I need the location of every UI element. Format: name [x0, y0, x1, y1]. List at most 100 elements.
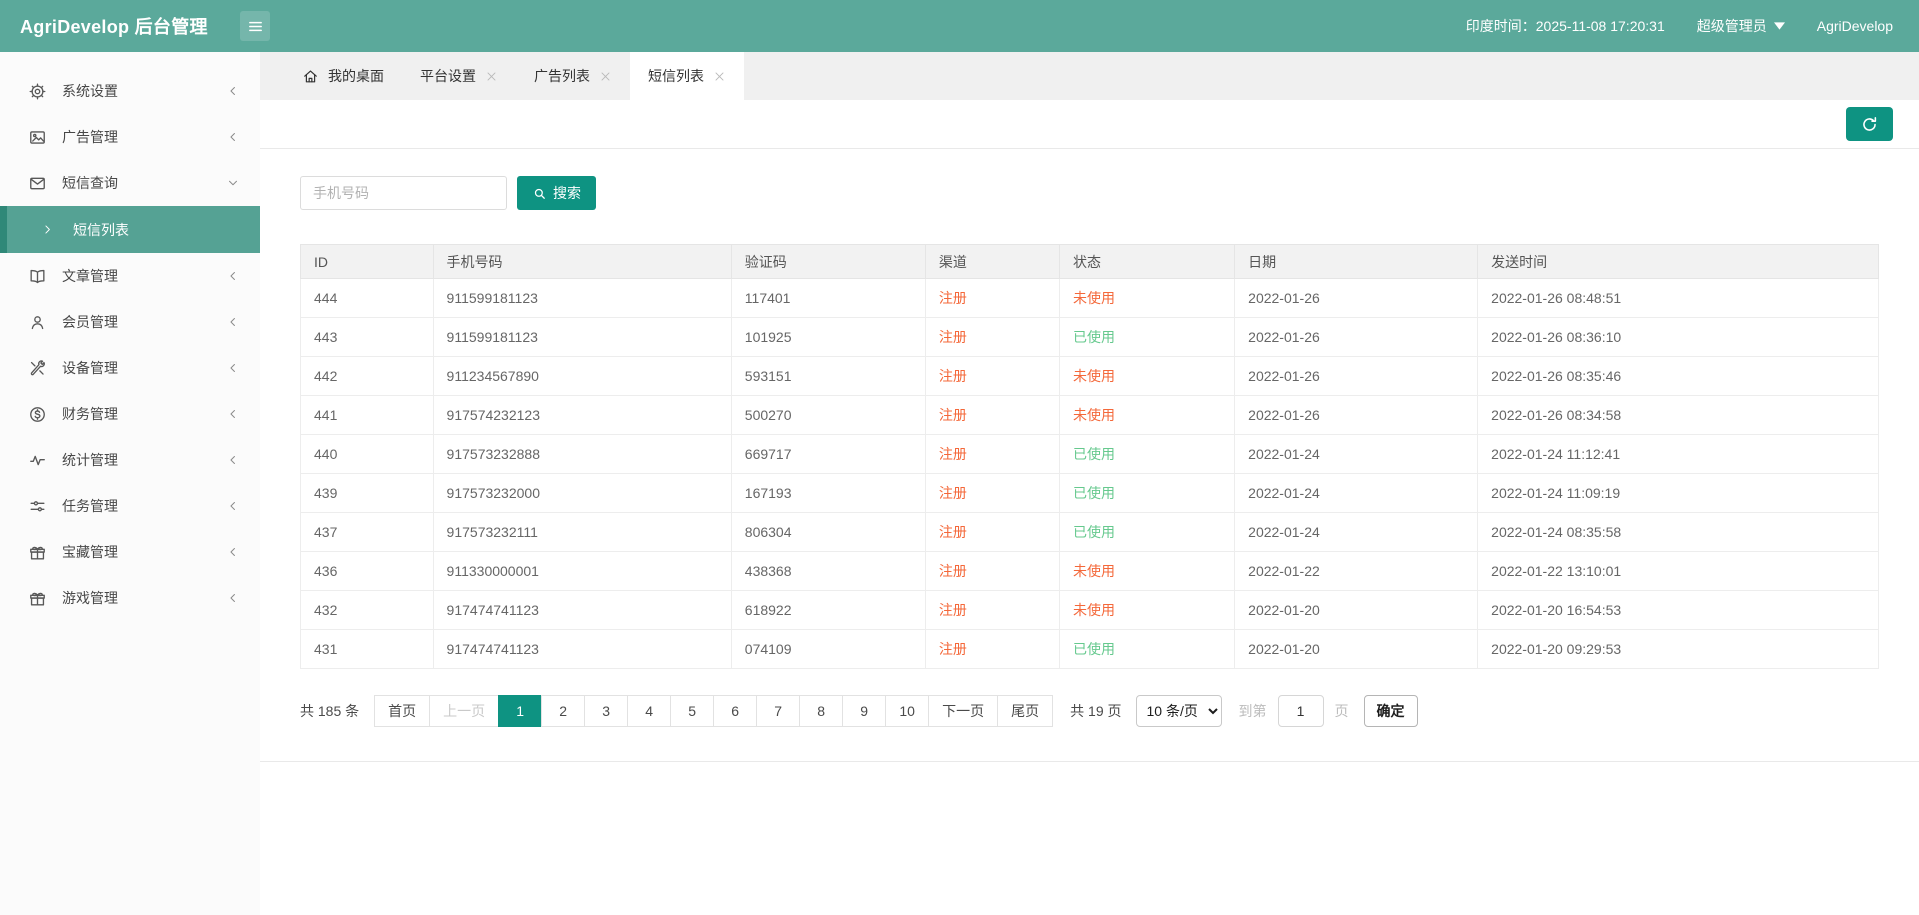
sidebar-item-label: 游戏管理: [62, 588, 226, 608]
sidebar-item-task-management[interactable]: 任务管理: [0, 483, 260, 529]
page-button-2[interactable]: 2: [541, 695, 585, 727]
prev-page-button[interactable]: 上一页: [429, 695, 499, 727]
cell-code: 618922: [731, 591, 925, 630]
first-page-button[interactable]: 首页: [374, 695, 430, 727]
tab-ad-list[interactable]: 广告列表: [516, 52, 630, 100]
tab-close-icon[interactable]: [599, 70, 612, 83]
cell-id: 442: [301, 357, 434, 396]
chevron-left-icon: [226, 361, 240, 375]
cell-phone: 911599181123: [433, 279, 731, 318]
content-panel: 搜索 ID手机号码验证码渠道状态日期发送时间 44491159918112311…: [260, 100, 1919, 915]
user-role-dropdown[interactable]: 超级管理员: [1697, 16, 1785, 36]
column-header: ID: [301, 245, 434, 279]
tab-label: 我的桌面: [328, 66, 384, 86]
refresh-icon: [1860, 115, 1879, 134]
goto-page-input[interactable]: [1278, 695, 1324, 727]
sidebar-item-game-management[interactable]: 游戏管理: [0, 575, 260, 621]
tab-label: 广告列表: [534, 66, 590, 86]
cell-date: 2022-01-20: [1235, 630, 1478, 669]
cell-phone: 911599181123: [433, 318, 731, 357]
cell-channel: 注册: [925, 591, 1059, 630]
sms-table: ID手机号码验证码渠道状态日期发送时间 44491159918112311740…: [300, 244, 1879, 669]
tab-desktop[interactable]: 我的桌面: [284, 52, 402, 100]
column-header: 验证码: [731, 245, 925, 279]
chevron-left-icon: [226, 269, 240, 283]
sidebar-subitem-sms-list[interactable]: 短信列表: [0, 206, 260, 253]
cell-id: 444: [301, 279, 434, 318]
sidebar-item-sms-query[interactable]: 短信查询: [0, 160, 260, 206]
column-header: 渠道: [925, 245, 1059, 279]
chevron-right-icon: [41, 223, 54, 236]
cell-date: 2022-01-26: [1235, 318, 1478, 357]
next-page-button[interactable]: 下一页: [928, 695, 998, 727]
cell-code: 593151: [731, 357, 925, 396]
caret-down-icon: [1774, 22, 1785, 30]
sidebar-item-system-settings[interactable]: 系统设置: [0, 68, 260, 114]
sidebar-item-stats-management[interactable]: 统计管理: [0, 437, 260, 483]
cell-sent-at: 2022-01-26 08:48:51: [1478, 279, 1879, 318]
cell-status: 已使用: [1060, 435, 1235, 474]
table-row: 442911234567890593151注册未使用2022-01-262022…: [301, 357, 1879, 396]
page-button-3[interactable]: 3: [584, 695, 628, 727]
page-button-7[interactable]: 7: [756, 695, 800, 727]
sidebar-item-label: 文章管理: [62, 266, 226, 286]
confirm-button[interactable]: 确定: [1364, 695, 1418, 727]
page-button-5[interactable]: 5: [670, 695, 714, 727]
page-button-10[interactable]: 10: [885, 695, 929, 727]
sidebar-item-device-management[interactable]: 设备管理: [0, 345, 260, 391]
cell-channel: 注册: [925, 552, 1059, 591]
cell-sent-at: 2022-01-20 16:54:53: [1478, 591, 1879, 630]
cell-id: 439: [301, 474, 434, 513]
tools-icon: [28, 359, 47, 378]
search-button[interactable]: 搜索: [517, 176, 596, 210]
tab-sms-list[interactable]: 短信列表: [630, 52, 744, 100]
sidebar-item-ad-management[interactable]: 广告管理: [0, 114, 260, 160]
sidebar: 系统设置广告管理短信查询短信列表文章管理会员管理设备管理财务管理统计管理任务管理…: [0, 52, 260, 915]
chevron-left-icon: [226, 591, 240, 605]
tab-close-icon[interactable]: [713, 70, 726, 83]
chevron-down-icon: [226, 176, 240, 190]
sidebar-item-label: 系统设置: [62, 81, 226, 101]
sidebar-item-label: 任务管理: [62, 496, 226, 516]
sidebar-item-member-management[interactable]: 会员管理: [0, 299, 260, 345]
brand-label: AgriDevelop: [1817, 18, 1893, 34]
sidebar-item-label: 宝藏管理: [62, 542, 226, 562]
refresh-button[interactable]: [1846, 107, 1893, 141]
page-button-6[interactable]: 6: [713, 695, 757, 727]
cell-status: 未使用: [1060, 279, 1235, 318]
image-icon: [28, 128, 47, 147]
page-button-4[interactable]: 4: [627, 695, 671, 727]
page-size-select[interactable]: 10 条/页: [1136, 695, 1222, 727]
sidebar-item-label: 财务管理: [62, 404, 226, 424]
cell-code: 806304: [731, 513, 925, 552]
user-role-label: 超级管理员: [1697, 16, 1767, 36]
chevron-left-icon: [226, 130, 240, 144]
chevron-left-icon: [226, 453, 240, 467]
cell-channel: 注册: [925, 318, 1059, 357]
gear-icon: [28, 82, 47, 101]
tab-close-icon[interactable]: [485, 70, 498, 83]
sidebar-item-finance-management[interactable]: 财务管理: [0, 391, 260, 437]
phone-search-input[interactable]: [300, 176, 507, 210]
last-page-button[interactable]: 尾页: [997, 695, 1053, 727]
page-button-8[interactable]: 8: [799, 695, 843, 727]
cell-status: 未使用: [1060, 591, 1235, 630]
chevron-left-icon: [226, 84, 240, 98]
divider: [260, 148, 1919, 149]
sidebar-item-article-management[interactable]: 文章管理: [0, 253, 260, 299]
search-button-label: 搜索: [553, 183, 581, 203]
page-button-1[interactable]: 1: [498, 695, 542, 727]
total-pages-label: 共 19 页: [1070, 701, 1121, 721]
cell-status: 已使用: [1060, 474, 1235, 513]
page-button-9[interactable]: 9: [842, 695, 886, 727]
pagination: 共 185 条 首页上一页12345678910下一页尾页 共 19 页 10 …: [300, 695, 1879, 727]
tab-platform-settings[interactable]: 平台设置: [402, 52, 516, 100]
cell-date: 2022-01-22: [1235, 552, 1478, 591]
divider: [260, 761, 1919, 762]
sidebar-toggle-button[interactable]: [240, 11, 270, 41]
cell-date: 2022-01-26: [1235, 357, 1478, 396]
sidebar-item-treasure-management[interactable]: 宝藏管理: [0, 529, 260, 575]
cell-code: 074109: [731, 630, 925, 669]
tab-label: 平台设置: [420, 66, 476, 86]
cell-code: 500270: [731, 396, 925, 435]
